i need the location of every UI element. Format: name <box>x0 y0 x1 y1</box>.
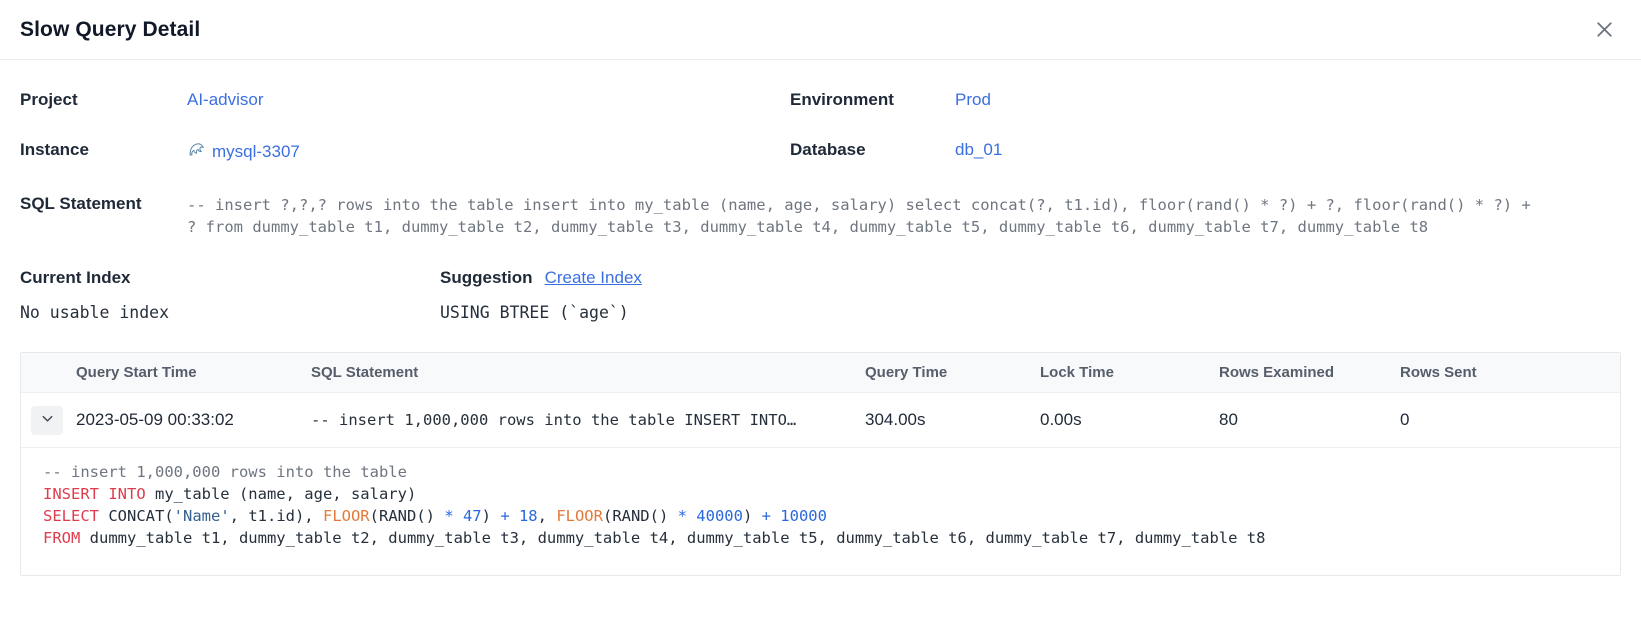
cell-query-time: 304.00s <box>865 410 1040 430</box>
instance-link[interactable]: mysql-3307 <box>212 142 300 162</box>
mysql-dolphin-icon <box>187 140 206 164</box>
environment-label: Environment <box>790 90 955 110</box>
project-link[interactable]: AI-advisor <box>187 90 264 109</box>
row-expand-button[interactable] <box>31 406 63 435</box>
modal-header: Slow Query Detail <box>0 0 1641 60</box>
sql-statement-label: SQL Statement <box>20 194 187 214</box>
column-header-lock-time: Lock Time <box>1040 364 1219 381</box>
database-link[interactable]: db_01 <box>955 140 1002 159</box>
chevron-down-icon <box>40 411 55 429</box>
column-header-query-time: Query Time <box>865 364 1040 381</box>
page-title: Slow Query Detail <box>20 18 200 42</box>
sql-statement-text: -- insert ?,?,? rows into the table inse… <box>187 194 1532 238</box>
suggestion-block: Suggestion Create Index USING BTREE (`ag… <box>440 268 642 322</box>
index-section: Current Index No usable index Suggestion… <box>0 238 1641 322</box>
environment-link[interactable]: Prod <box>955 90 991 109</box>
create-index-link[interactable]: Create Index <box>545 268 642 288</box>
current-index-label: Current Index <box>20 268 131 288</box>
cell-sql-preview: -- insert 1,000,000 rows into the table … <box>311 411 865 429</box>
database-label: Database <box>790 140 955 160</box>
current-index-value: No usable index <box>20 303 440 322</box>
slow-query-detail-modal: Slow Query Detail Project AI-advisor Env… <box>0 0 1641 576</box>
cell-rows-sent: 0 <box>1400 410 1620 430</box>
close-icon <box>1594 28 1615 43</box>
suggestion-index-value: USING BTREE (`age`) <box>440 303 642 322</box>
column-header-query-start-time: Query Start Time <box>76 364 311 381</box>
column-header-rows-sent: Rows Sent <box>1400 364 1620 381</box>
current-index-block: Current Index No usable index <box>20 268 440 322</box>
cell-query-start-time: 2023-05-09 00:33:02 <box>76 410 311 430</box>
instance-label: Instance <box>20 140 187 160</box>
expanded-sql: -- insert 1,000,000 rows into the tableI… <box>21 448 1620 575</box>
suggestion-label: Suggestion <box>440 268 533 288</box>
table-header-row: Query Start Time SQL Statement Query Tim… <box>21 353 1620 393</box>
column-header-sql-statement: SQL Statement <box>311 364 865 381</box>
info-section: Project AI-advisor Environment Prod Inst… <box>0 60 1641 238</box>
column-header-rows-examined: Rows Examined <box>1219 364 1400 381</box>
cell-lock-time: 0.00s <box>1040 410 1219 430</box>
project-label: Project <box>20 90 187 110</box>
cell-rows-examined: 80 <box>1219 410 1400 430</box>
slow-query-table: Query Start Time SQL Statement Query Tim… <box>20 352 1621 576</box>
table-row: 2023-05-09 00:33:02 -- insert 1,000,000 … <box>21 393 1620 448</box>
close-button[interactable] <box>1590 15 1619 44</box>
